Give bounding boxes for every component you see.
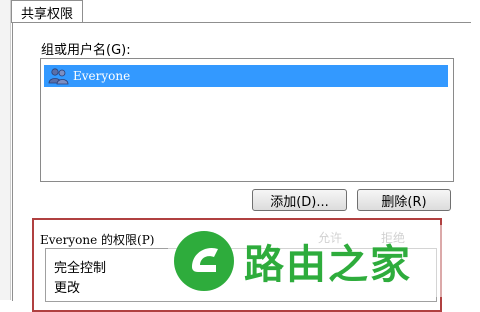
permission-row-full-control: 完全控制 bbox=[54, 261, 107, 276]
users-icon bbox=[47, 67, 71, 85]
luyou-logo-icon bbox=[172, 229, 236, 293]
list-item-label: Everyone bbox=[73, 69, 131, 83]
tab-share-permissions[interactable]: 共享权限 bbox=[11, 0, 83, 23]
permissions-title: Everyone 的权限(P) bbox=[40, 233, 155, 247]
add-button[interactable]: 添加(D)... bbox=[252, 189, 347, 211]
watermark-text: 路由之家 bbox=[244, 242, 412, 288]
remove-button[interactable]: 删除(R) bbox=[357, 189, 451, 211]
group-user-listbox[interactable]: Everyone bbox=[40, 58, 454, 182]
group-or-user-label: 组或用户名(G): bbox=[41, 43, 131, 58]
window-left-edge bbox=[0, 0, 11, 300]
list-item-everyone[interactable]: Everyone bbox=[44, 65, 448, 87]
permission-row-change: 更改 bbox=[54, 281, 81, 296]
watermark: 路由之家 bbox=[168, 225, 478, 297]
